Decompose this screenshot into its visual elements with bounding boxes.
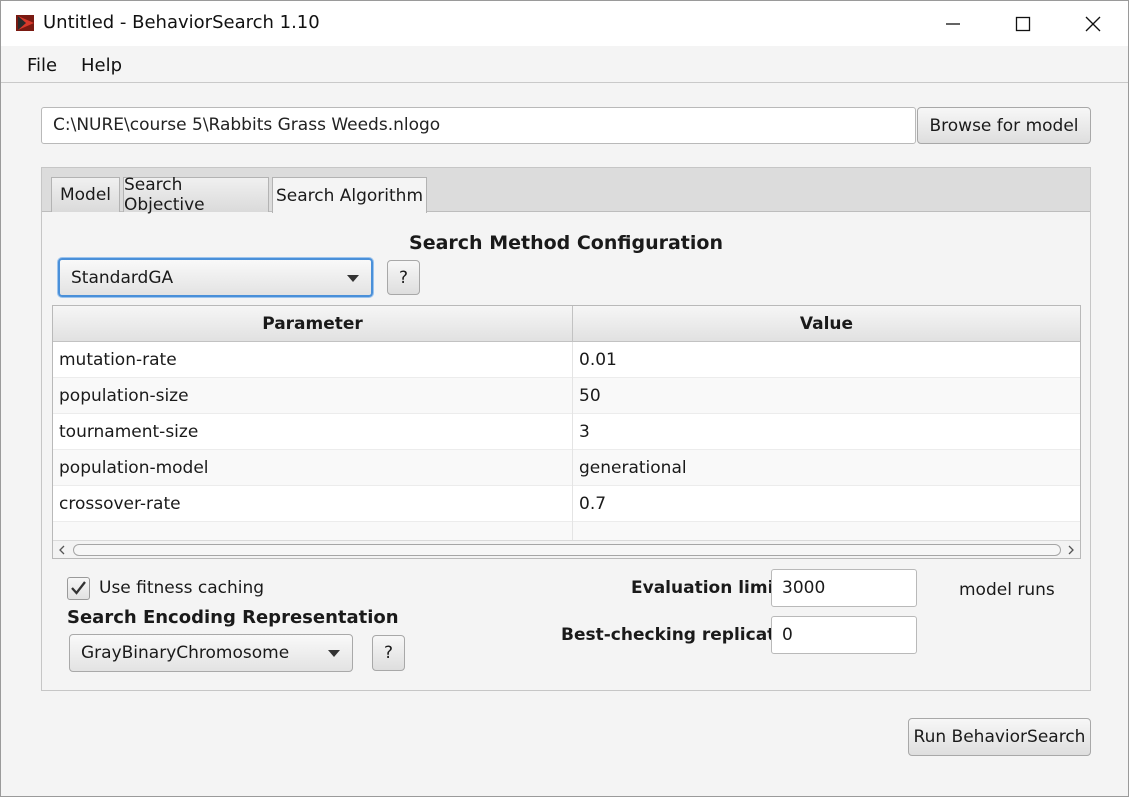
close-icon	[1085, 16, 1101, 31]
parameter-cell: population-model	[53, 450, 573, 486]
checkmark-icon	[71, 581, 86, 595]
column-header-parameter[interactable]: Parameter	[53, 306, 573, 342]
value-cell[interactable]: 0.01	[573, 342, 1080, 378]
best-checking-field[interactable]: 0	[771, 616, 917, 654]
fitness-caching-label: Use fitness caching	[99, 578, 265, 598]
encoding-value: GrayBinaryChromosome	[81, 643, 290, 663]
fitness-caching-checkbox[interactable]	[67, 577, 90, 600]
table-row[interactable]: mutation-rate 0.01	[53, 342, 1080, 378]
browse-model-button[interactable]: Browse for model	[917, 107, 1091, 144]
chevron-down-icon	[328, 650, 340, 657]
tab-search-algorithm[interactable]: Search Algorithm	[272, 177, 427, 213]
maximize-icon	[1015, 16, 1031, 31]
window-title: Untitled - BehaviorSearch 1.10	[43, 12, 320, 33]
table-header: Parameter Value	[53, 306, 1080, 342]
table-row[interactable]: tournament-size 3	[53, 414, 1080, 450]
chevron-left-icon[interactable]	[57, 545, 67, 555]
search-method-value: StandardGA	[71, 267, 174, 288]
tab-panel: Model Search Objective Search Algorithm …	[41, 167, 1091, 691]
parameters-table: Parameter Value mutation-rate 0.01 popul…	[52, 305, 1081, 559]
minimize-button[interactable]	[918, 1, 988, 46]
horizontal-scrollbar[interactable]	[53, 540, 1080, 558]
value-cell[interactable]: 0.7	[573, 486, 1080, 522]
evaluation-limit-label: Evaluation limit:	[631, 578, 789, 598]
tab-strip: Model Search Objective Search Algorithm	[42, 168, 1090, 215]
search-method-select[interactable]: StandardGA	[58, 258, 373, 297]
tab-model[interactable]: Model	[51, 177, 120, 212]
search-method-heading: Search Method Configuration	[409, 232, 723, 254]
table-row-partial	[53, 522, 1080, 540]
model-runs-label: model runs	[959, 580, 1055, 600]
parameter-cell: tournament-size	[53, 414, 573, 450]
maximize-button[interactable]	[988, 1, 1058, 46]
value-cell[interactable]: generational	[573, 450, 1080, 486]
chevron-down-icon	[347, 274, 359, 282]
table-row[interactable]: crossover-rate 0.7	[53, 486, 1080, 522]
menu-file[interactable]: File	[27, 55, 57, 76]
title-bar: Untitled - BehaviorSearch 1.10	[1, 1, 1128, 46]
parameter-cell	[53, 522, 573, 540]
scrollbar-thumb[interactable]	[73, 544, 1061, 556]
chevron-right-icon[interactable]	[1066, 545, 1076, 555]
minimize-icon	[946, 22, 960, 25]
best-checking-label: Best-checking replicates:	[561, 625, 804, 645]
behaviorsearch-app-icon	[16, 15, 34, 31]
value-cell[interactable]: 3	[573, 414, 1080, 450]
parameter-cell: population-size	[53, 378, 573, 414]
menu-help[interactable]: Help	[81, 55, 122, 76]
parameter-cell: crossover-rate	[53, 486, 573, 522]
table-row[interactable]: population-model generational	[53, 450, 1080, 486]
encoding-heading: Search Encoding Representation	[67, 607, 399, 628]
model-path-field[interactable]: C:\NURE\course 5\Rabbits Grass Weeds.nlo…	[41, 107, 916, 144]
value-cell[interactable]: 50	[573, 378, 1080, 414]
table-row[interactable]: population-size 50	[53, 378, 1080, 414]
app-window: Untitled - BehaviorSearch 1.10 File Help…	[0, 0, 1129, 797]
encoding-help-button[interactable]: ?	[372, 635, 405, 671]
column-header-value[interactable]: Value	[573, 306, 1080, 342]
encoding-select[interactable]: GrayBinaryChromosome	[69, 634, 353, 672]
run-behaviorsearch-button[interactable]: Run BehaviorSearch	[908, 718, 1091, 756]
menu-bar: File Help	[1, 46, 1128, 83]
close-button[interactable]	[1058, 1, 1128, 46]
search-method-help-button[interactable]: ?	[387, 260, 420, 295]
tab-search-objective[interactable]: Search Objective	[123, 175, 269, 215]
evaluation-limit-field[interactable]: 3000	[771, 569, 917, 607]
parameter-cell: mutation-rate	[53, 342, 573, 378]
